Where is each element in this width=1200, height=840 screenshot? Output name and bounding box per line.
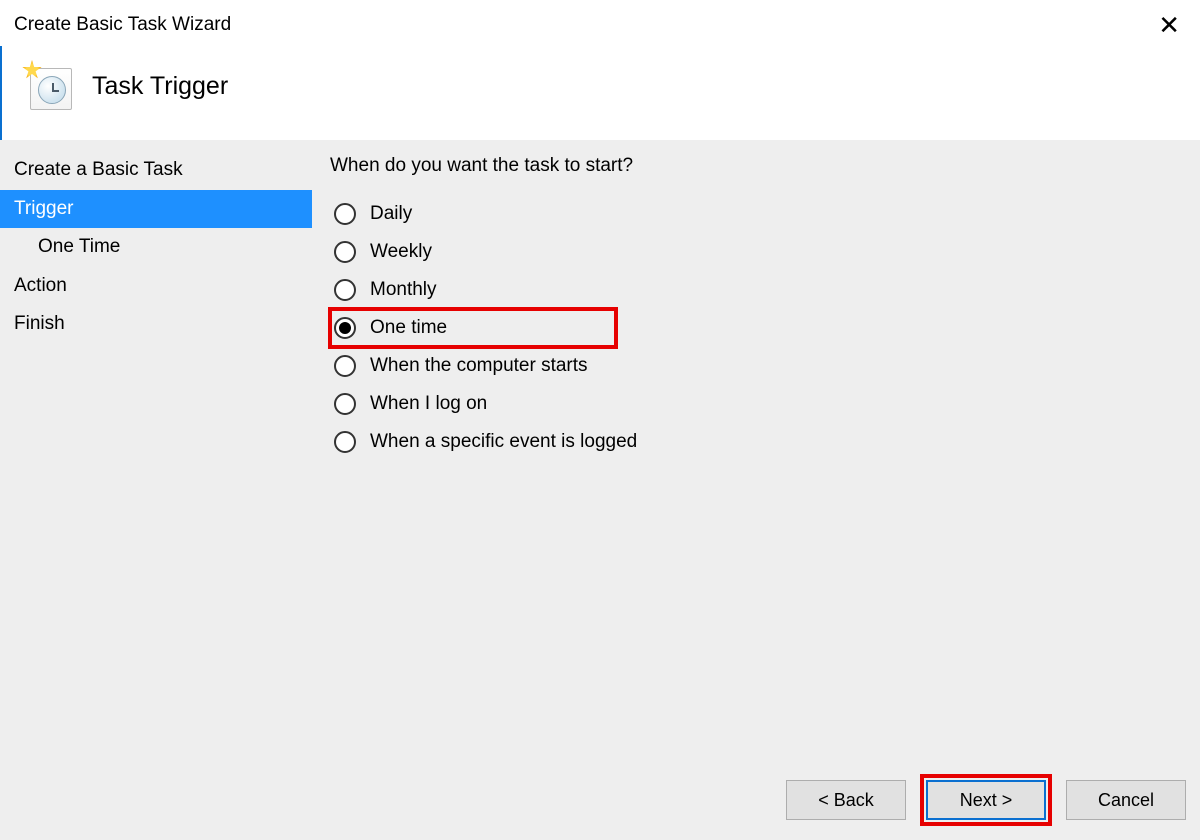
sidebar-item-create-a-basic-task[interactable]: Create a Basic Task	[0, 151, 312, 190]
sidebar-item-label: One Time	[38, 236, 120, 257]
option-label: When the computer starts	[370, 355, 588, 377]
wizard-steps-sidebar: Create a Basic Task Trigger One Time Action…	[0, 141, 312, 840]
trigger-option-monthly[interactable]: Monthly	[330, 271, 1186, 309]
page-heading: Task Trigger	[92, 72, 228, 101]
sidebar-item-finish[interactable]: Finish	[0, 305, 312, 344]
sidebar-item-one-time[interactable]: One Time	[0, 228, 312, 267]
trigger-option-one-time[interactable]: One time	[330, 309, 616, 347]
body-area: Create a Basic Task Trigger One Time Action…	[0, 140, 1200, 840]
radio-icon[interactable]	[334, 241, 356, 263]
option-label: Monthly	[370, 279, 437, 301]
trigger-option-when-i-log-on[interactable]: When I log on	[330, 385, 1186, 423]
trigger-option-when-the-computer-starts[interactable]: When the computer starts	[330, 347, 1186, 385]
cancel-button[interactable]: Cancel	[1066, 780, 1186, 820]
option-label: Weekly	[370, 241, 432, 263]
radio-icon[interactable]	[334, 355, 356, 377]
sidebar-item-trigger[interactable]: Trigger	[0, 190, 312, 229]
sidebar-item-action[interactable]: Action	[0, 267, 312, 306]
radio-icon[interactable]	[334, 431, 356, 453]
trigger-options: Daily Weekly Monthly One time When the compu…	[330, 195, 1186, 461]
titlebar: Create Basic Task Wizard ✕	[0, 0, 1200, 46]
header-strip: Task Trigger	[0, 46, 1200, 140]
radio-icon[interactable]	[334, 279, 356, 301]
sidebar-item-label: Action	[14, 275, 67, 296]
trigger-option-weekly[interactable]: Weekly	[330, 233, 1186, 271]
sidebar-item-label: Create a Basic Task	[14, 159, 183, 180]
wizard-footer: < Back Next > Cancel	[786, 774, 1186, 826]
radio-icon[interactable]	[334, 317, 356, 339]
radio-icon[interactable]	[334, 393, 356, 415]
trigger-option-when-a-specific-event-is-logged[interactable]: When a specific event is logged	[330, 423, 1186, 461]
radio-icon[interactable]	[334, 203, 356, 225]
back-button-wrap: < Back	[786, 780, 906, 820]
option-label: When a specific event is logged	[370, 431, 637, 453]
wizard-window: Create Basic Task Wizard ✕ Task Trigger …	[0, 0, 1200, 840]
window-title: Create Basic Task Wizard	[14, 12, 231, 36]
scheduler-wizard-icon	[24, 62, 72, 110]
cancel-button-wrap: Cancel	[1066, 780, 1186, 820]
close-icon[interactable]: ✕	[1152, 12, 1186, 38]
back-button[interactable]: < Back	[786, 780, 906, 820]
trigger-option-daily[interactable]: Daily	[330, 195, 1186, 233]
option-label: Daily	[370, 203, 412, 225]
main-panel: When do you want the task to start? Dail…	[312, 141, 1200, 840]
sidebar-item-label: Trigger	[14, 198, 73, 219]
option-label: One time	[370, 317, 447, 339]
option-label: When I log on	[370, 393, 487, 415]
next-button-wrap: Next >	[920, 774, 1052, 826]
next-button[interactable]: Next >	[926, 780, 1046, 820]
sidebar-item-label: Finish	[14, 313, 65, 334]
trigger-prompt: When do you want the task to start?	[330, 155, 1186, 177]
